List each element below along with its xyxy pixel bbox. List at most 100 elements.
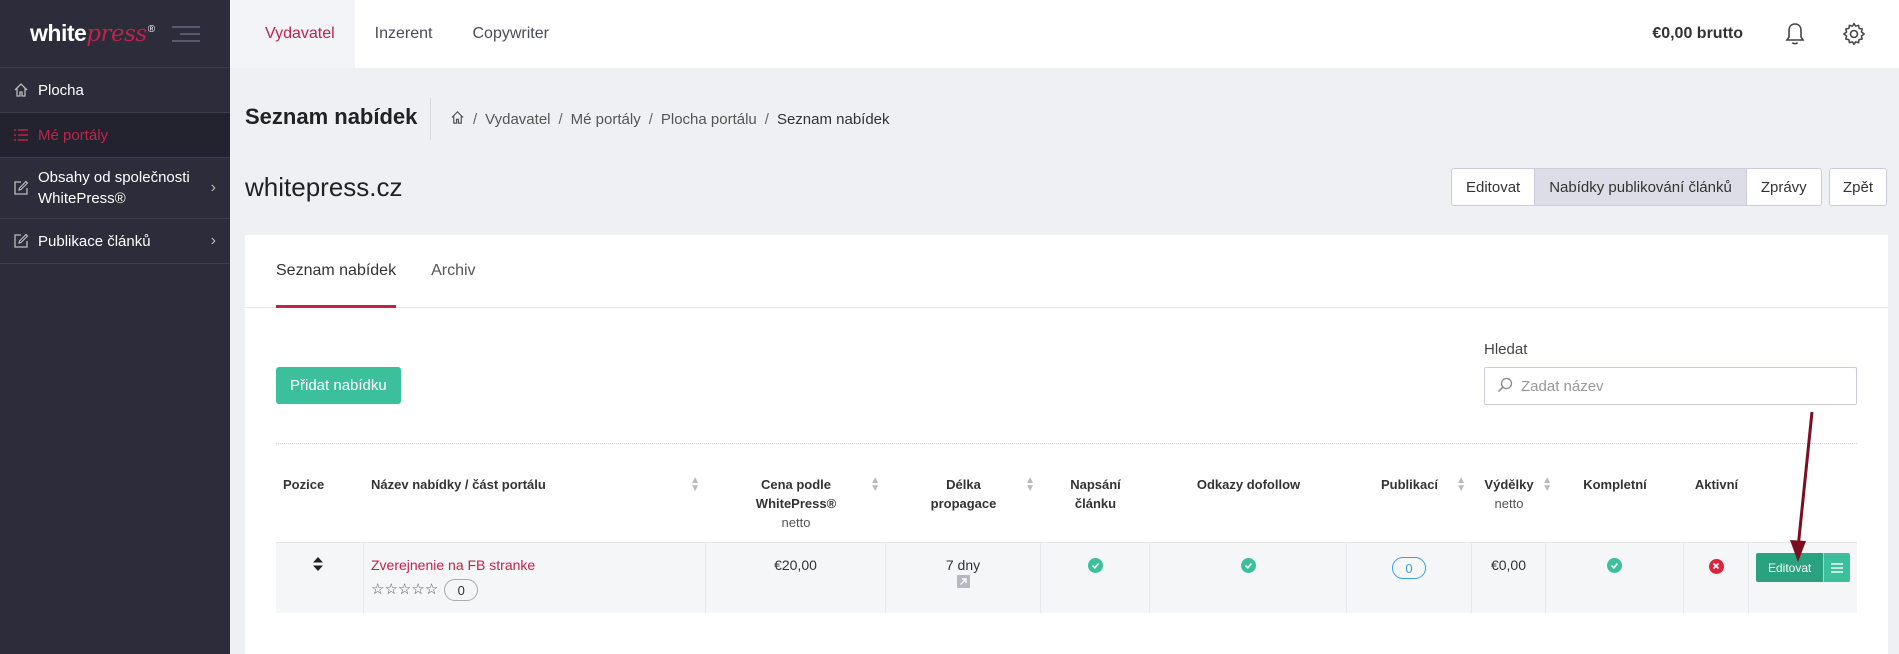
edit-site-button[interactable]: Editovat [1452, 169, 1536, 205]
col-earnings-sub: netto [1494, 496, 1524, 511]
earnings-cell: €0,00 [1472, 543, 1546, 613]
search-input[interactable] [1521, 377, 1841, 395]
tab-inzerent[interactable]: Inzerent [355, 0, 453, 68]
active-cell [1684, 543, 1749, 613]
length-cell: 7 dny [886, 543, 1041, 613]
rating: ☆ ☆ ☆ ☆ ☆ 0 [371, 579, 705, 601]
writing-cell [1041, 543, 1150, 613]
publications-count[interactable]: 0 [1392, 557, 1426, 579]
sidebar-item-label: Publikace článků [38, 232, 151, 250]
balance[interactable]: €0,00 brutto [1652, 25, 1743, 43]
menu-icon[interactable] [1823, 553, 1851, 582]
sort-icon[interactable]: ▲ ▼ [690, 476, 700, 494]
breadcrumb-item[interactable]: Plocha portálu [661, 111, 757, 128]
length-value: 7 dny [945, 557, 981, 573]
tab-archive[interactable]: Archiv [431, 235, 475, 307]
name-cell: Zverejnenie na FB stranke ☆ ☆ ☆ ☆ ☆ 0 [364, 543, 706, 613]
sidebar-item-obsahy[interactable]: Obsahy od společnosti WhitePress® › [0, 158, 230, 219]
offer-name-link[interactable]: Zverejnenie na FB stranke [371, 557, 705, 573]
edit-offer-button[interactable]: Editovat [1756, 553, 1824, 582]
col-active: Aktivní [1694, 477, 1739, 492]
sidebar-item-publikace[interactable]: Publikace článků › [0, 219, 230, 264]
sort-icon[interactable]: ▲ ▼ [1025, 476, 1035, 494]
sidebar-item-plocha[interactable]: Plocha [0, 68, 230, 113]
tab-offers-list[interactable]: Seznam nabídek [276, 235, 397, 308]
offers-table: Pozice Název nabídky / část portálu ▲ ▼ C… [276, 463, 1857, 613]
bell-icon[interactable] [1781, 20, 1809, 48]
list-icon [12, 126, 30, 144]
breadcrumb: / Vydavatel / Mé portály / Plocha portál… [450, 110, 890, 129]
edit-group: Editovat [1756, 553, 1857, 582]
col-actions [1749, 463, 1857, 542]
col-price-label: Cena podle WhitePress® [755, 477, 837, 511]
col-writing-label: Napsání článku [1070, 477, 1121, 511]
reorder-icon[interactable] [313, 557, 323, 574]
breadcrumb-sep: / [558, 111, 563, 128]
breadcrumb-item[interactable]: Vydavatel [485, 111, 550, 128]
logo-row: whitepress® [0, 0, 230, 68]
table-row: Zverejnenie na FB stranke ☆ ☆ ☆ ☆ ☆ 0 €2… [276, 543, 1857, 613]
actions-cell: Editovat [1749, 543, 1857, 613]
col-dofollow: Odkazy dofollow [1196, 477, 1301, 492]
star-icon: ☆ [397, 581, 412, 598]
star-icon: ☆ [371, 581, 385, 598]
promote-icon[interactable] [956, 575, 970, 591]
gear-icon[interactable] [1840, 20, 1868, 48]
sort-icon[interactable]: ▲ ▼ [1456, 476, 1466, 494]
chevron-right-icon: › [210, 179, 216, 196]
sidebar: whitepress® Plocha Mé portály Obsahy od … [0, 0, 230, 654]
col-publications-label: Publikací [1380, 477, 1439, 492]
edit-icon [12, 179, 30, 197]
tab-copywriter[interactable]: Copywriter [452, 0, 568, 68]
header-divider [430, 98, 431, 140]
add-offer-button[interactable]: Přidat nabídku [276, 367, 401, 404]
col-name[interactable]: Název nabídky / část portálu ▲ ▼ [364, 463, 706, 542]
col-complete: Kompletní [1583, 477, 1647, 492]
breadcrumb-sep: / [648, 111, 653, 128]
tab-vydavatel[interactable]: Vydavatel [230, 0, 355, 68]
breadcrumb-sep: / [764, 111, 769, 128]
col-position: Pozice [283, 477, 325, 492]
sidebar-item-label: Obsahy od společnosti WhitePress® [38, 169, 190, 207]
check-icon [1607, 558, 1622, 573]
col-earnings[interactable]: Výdělky netto ▲ ▼ [1472, 463, 1552, 542]
price-cell: €20,00 [706, 543, 886, 613]
logo-press: press [86, 21, 147, 47]
divider [276, 443, 1857, 444]
col-length[interactable]: Délka propagace ▲ ▼ [886, 463, 1041, 542]
chevron-right-icon: › [210, 232, 216, 249]
search-icon [1497, 377, 1513, 396]
sort-icon[interactable]: ▲ ▼ [870, 476, 880, 494]
sidebar-item-label: Plocha [38, 81, 84, 99]
sidebar-item-label: Mé portály [38, 126, 109, 144]
col-publications[interactable]: Publikací ▲ ▼ [1347, 463, 1472, 542]
breadcrumb-current: Seznam nabídek [776, 111, 890, 128]
topbar: Vydavatel Inzerent Copywriter €0,00 brut… [230, 0, 1899, 68]
star-icon: ☆ [384, 581, 398, 598]
col-price[interactable]: Cena podle WhitePress® netto ▲ ▼ [706, 463, 886, 542]
sidebar-item-me-portaly[interactable]: Mé portály [0, 113, 230, 158]
search-field[interactable] [1484, 367, 1857, 405]
offers-card: Seznam nabídek Archiv Přidat nabídku Hle… [245, 235, 1888, 654]
col-writing: Napsání článku [1041, 463, 1150, 542]
check-icon [1240, 558, 1256, 573]
messages-button[interactable]: Zprávy [1747, 169, 1821, 205]
breadcrumb-item[interactable]: Mé portály [571, 111, 641, 128]
complete-cell [1546, 543, 1684, 613]
col-earnings-label: Výdělky [1484, 477, 1534, 492]
logo[interactable]: whitepress® [30, 20, 155, 47]
star-icon: ☆ [411, 581, 425, 598]
back-button[interactable]: Zpět [1829, 168, 1888, 206]
offers-button[interactable]: Nabídky publikování článků [1535, 169, 1747, 205]
menu-toggle-icon[interactable] [172, 25, 200, 42]
col-name-label: Název nabídky / část portálu [371, 477, 546, 492]
edit-icon [12, 232, 30, 250]
search-label: Hledat [1484, 341, 1528, 358]
home-icon[interactable] [450, 110, 465, 129]
topbar-right: €0,00 brutto [1652, 0, 1899, 68]
star-icon: ☆ [424, 581, 439, 598]
close-icon[interactable] [1708, 558, 1724, 574]
reorder-cell [276, 543, 364, 613]
table-header: Pozice Název nabídky / část portálu ▲ ▼ C… [276, 463, 1857, 543]
page-title: Seznam nabídek [245, 104, 418, 129]
